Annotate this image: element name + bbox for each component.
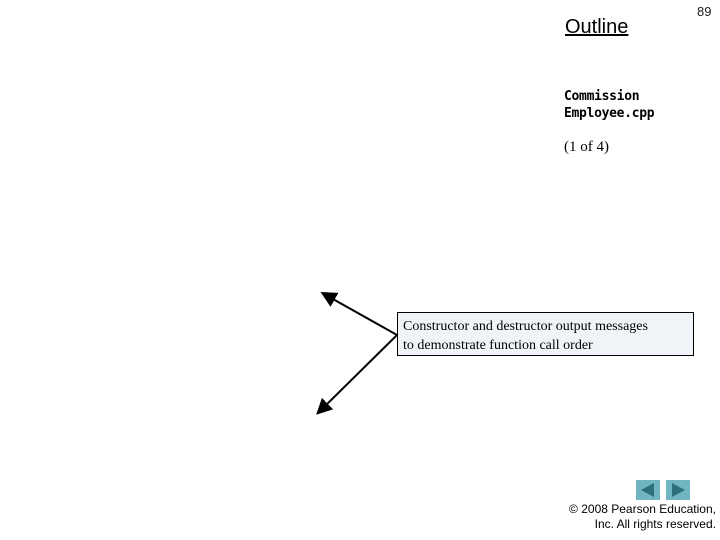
copyright-line1: © 2008 Pearson Education, <box>569 502 716 516</box>
copyright-line2: Inc. All rights reserved. <box>594 517 716 531</box>
callout-text-line1: Constructor and destructor output messag… <box>403 319 648 334</box>
copyright-notice: © 2008 Pearson Education, Inc. All right… <box>569 502 716 532</box>
triangle-right-icon <box>672 483 685 497</box>
triangle-left-icon <box>641 483 654 497</box>
callout-arrows <box>316 292 398 415</box>
arrow-up-left <box>320 292 398 336</box>
callout-box: Constructor and destructor output messag… <box>397 312 694 356</box>
arrow-down-left <box>316 334 398 415</box>
callout-text-line2: to demonstrate function call order <box>403 338 593 353</box>
previous-slide-button[interactable] <box>636 480 660 500</box>
next-slide-button[interactable] <box>666 480 690 500</box>
